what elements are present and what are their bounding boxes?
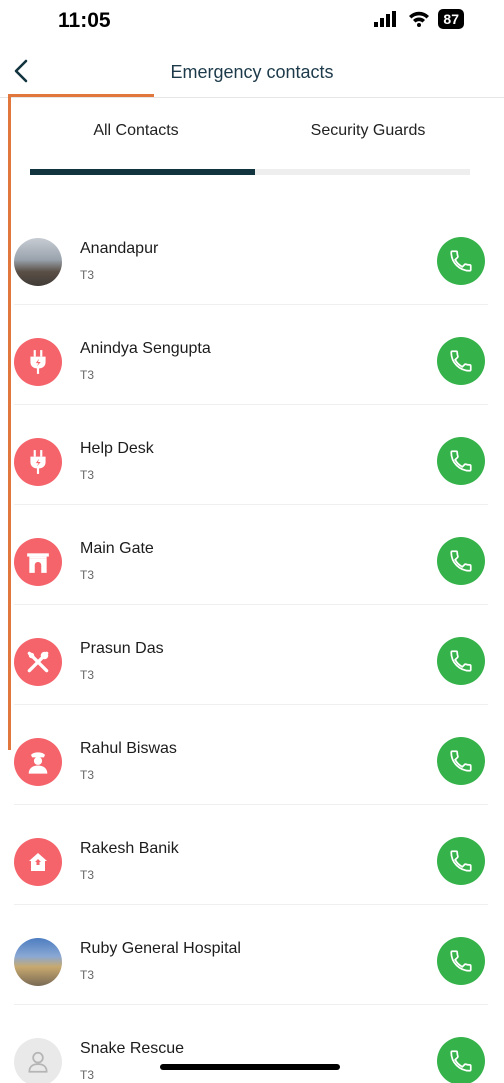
phone-icon [450, 650, 472, 672]
contact-photo [14, 238, 62, 286]
contact-row[interactable]: Prasun Das T3 [14, 605, 488, 705]
plug-icon [14, 338, 62, 386]
contact-subtitle: T3 [80, 268, 95, 282]
contact-subtitle: T3 [80, 368, 95, 382]
header: Emergency contacts [0, 44, 504, 98]
contact-name: Rakesh Banik [80, 840, 179, 857]
phone-icon [450, 550, 472, 572]
phone-icon [450, 950, 472, 972]
cellular-signal-icon [374, 11, 397, 27]
contact-subtitle: T3 [80, 768, 95, 782]
page-title: Emergency contacts [170, 62, 334, 82]
call-button[interactable] [437, 337, 485, 385]
call-button[interactable] [437, 937, 485, 985]
contact-name: Rahul Biswas [80, 740, 177, 757]
phone-icon [450, 850, 472, 872]
guard-icon [14, 738, 62, 786]
contact-name: Help Desk [80, 440, 154, 457]
contact-row[interactable]: Ruby General Hospital T3 [14, 905, 488, 1005]
contact-name: Prasun Das [80, 640, 164, 657]
contact-row[interactable]: Main Gate T3 [14, 505, 488, 605]
contact-subtitle: T3 [80, 968, 95, 982]
phone-icon [450, 750, 472, 772]
call-button[interactable] [437, 737, 485, 785]
status-bar: 11:05 87 [0, 0, 504, 44]
tab-active-indicator [30, 169, 255, 175]
phone-icon [450, 350, 472, 372]
contact-row[interactable]: Rakesh Banik T3 [14, 805, 488, 905]
house-icon [14, 838, 62, 886]
status-icons: 87 [374, 9, 464, 29]
call-button[interactable] [437, 1037, 485, 1083]
status-time: 11:05 [58, 9, 111, 32]
contact-row[interactable]: Help Desk T3 [14, 405, 488, 505]
contact-row[interactable]: Anindya Sengupta T3 [14, 305, 488, 405]
contact-subtitle: T3 [80, 1068, 95, 1082]
battery-icon: 87 [438, 9, 464, 29]
contact-name: Main Gate [80, 540, 154, 557]
tab-security-guards[interactable]: Security Guards [258, 122, 478, 140]
call-button[interactable] [437, 537, 485, 585]
tab-all-contacts[interactable]: All Contacts [26, 122, 246, 140]
contact-subtitle: T3 [80, 668, 95, 682]
contact-row[interactable]: Snake Rescue T3 [14, 1005, 488, 1083]
contact-name: Anandapur [80, 240, 159, 257]
contact-subtitle: T3 [80, 868, 95, 882]
wifi-icon [409, 11, 430, 27]
plug-icon [14, 438, 62, 486]
phone-icon [450, 450, 472, 472]
call-button[interactable] [437, 437, 485, 485]
phone-icon [450, 250, 472, 272]
contact-name: Ruby General Hospital [80, 940, 241, 957]
contact-subtitle: T3 [80, 468, 95, 482]
contact-name: Anindya Sengupta [80, 340, 211, 357]
contact-subtitle: T3 [80, 568, 95, 582]
call-button[interactable] [437, 237, 485, 285]
tab-bar: All Contacts Security Guards [30, 98, 470, 176]
contact-name: Snake Rescue [80, 1040, 185, 1057]
contact-row[interactable]: Rahul Biswas T3 [14, 705, 488, 805]
call-button[interactable] [437, 837, 485, 885]
phone-icon [450, 1050, 472, 1072]
gate-icon [14, 538, 62, 586]
contact-row[interactable]: Anandapur T3 [14, 205, 488, 305]
contact-photo [14, 938, 62, 986]
person-icon [14, 1038, 62, 1083]
call-button[interactable] [437, 637, 485, 685]
home-indicator [160, 1064, 340, 1070]
tools-icon [14, 638, 62, 686]
